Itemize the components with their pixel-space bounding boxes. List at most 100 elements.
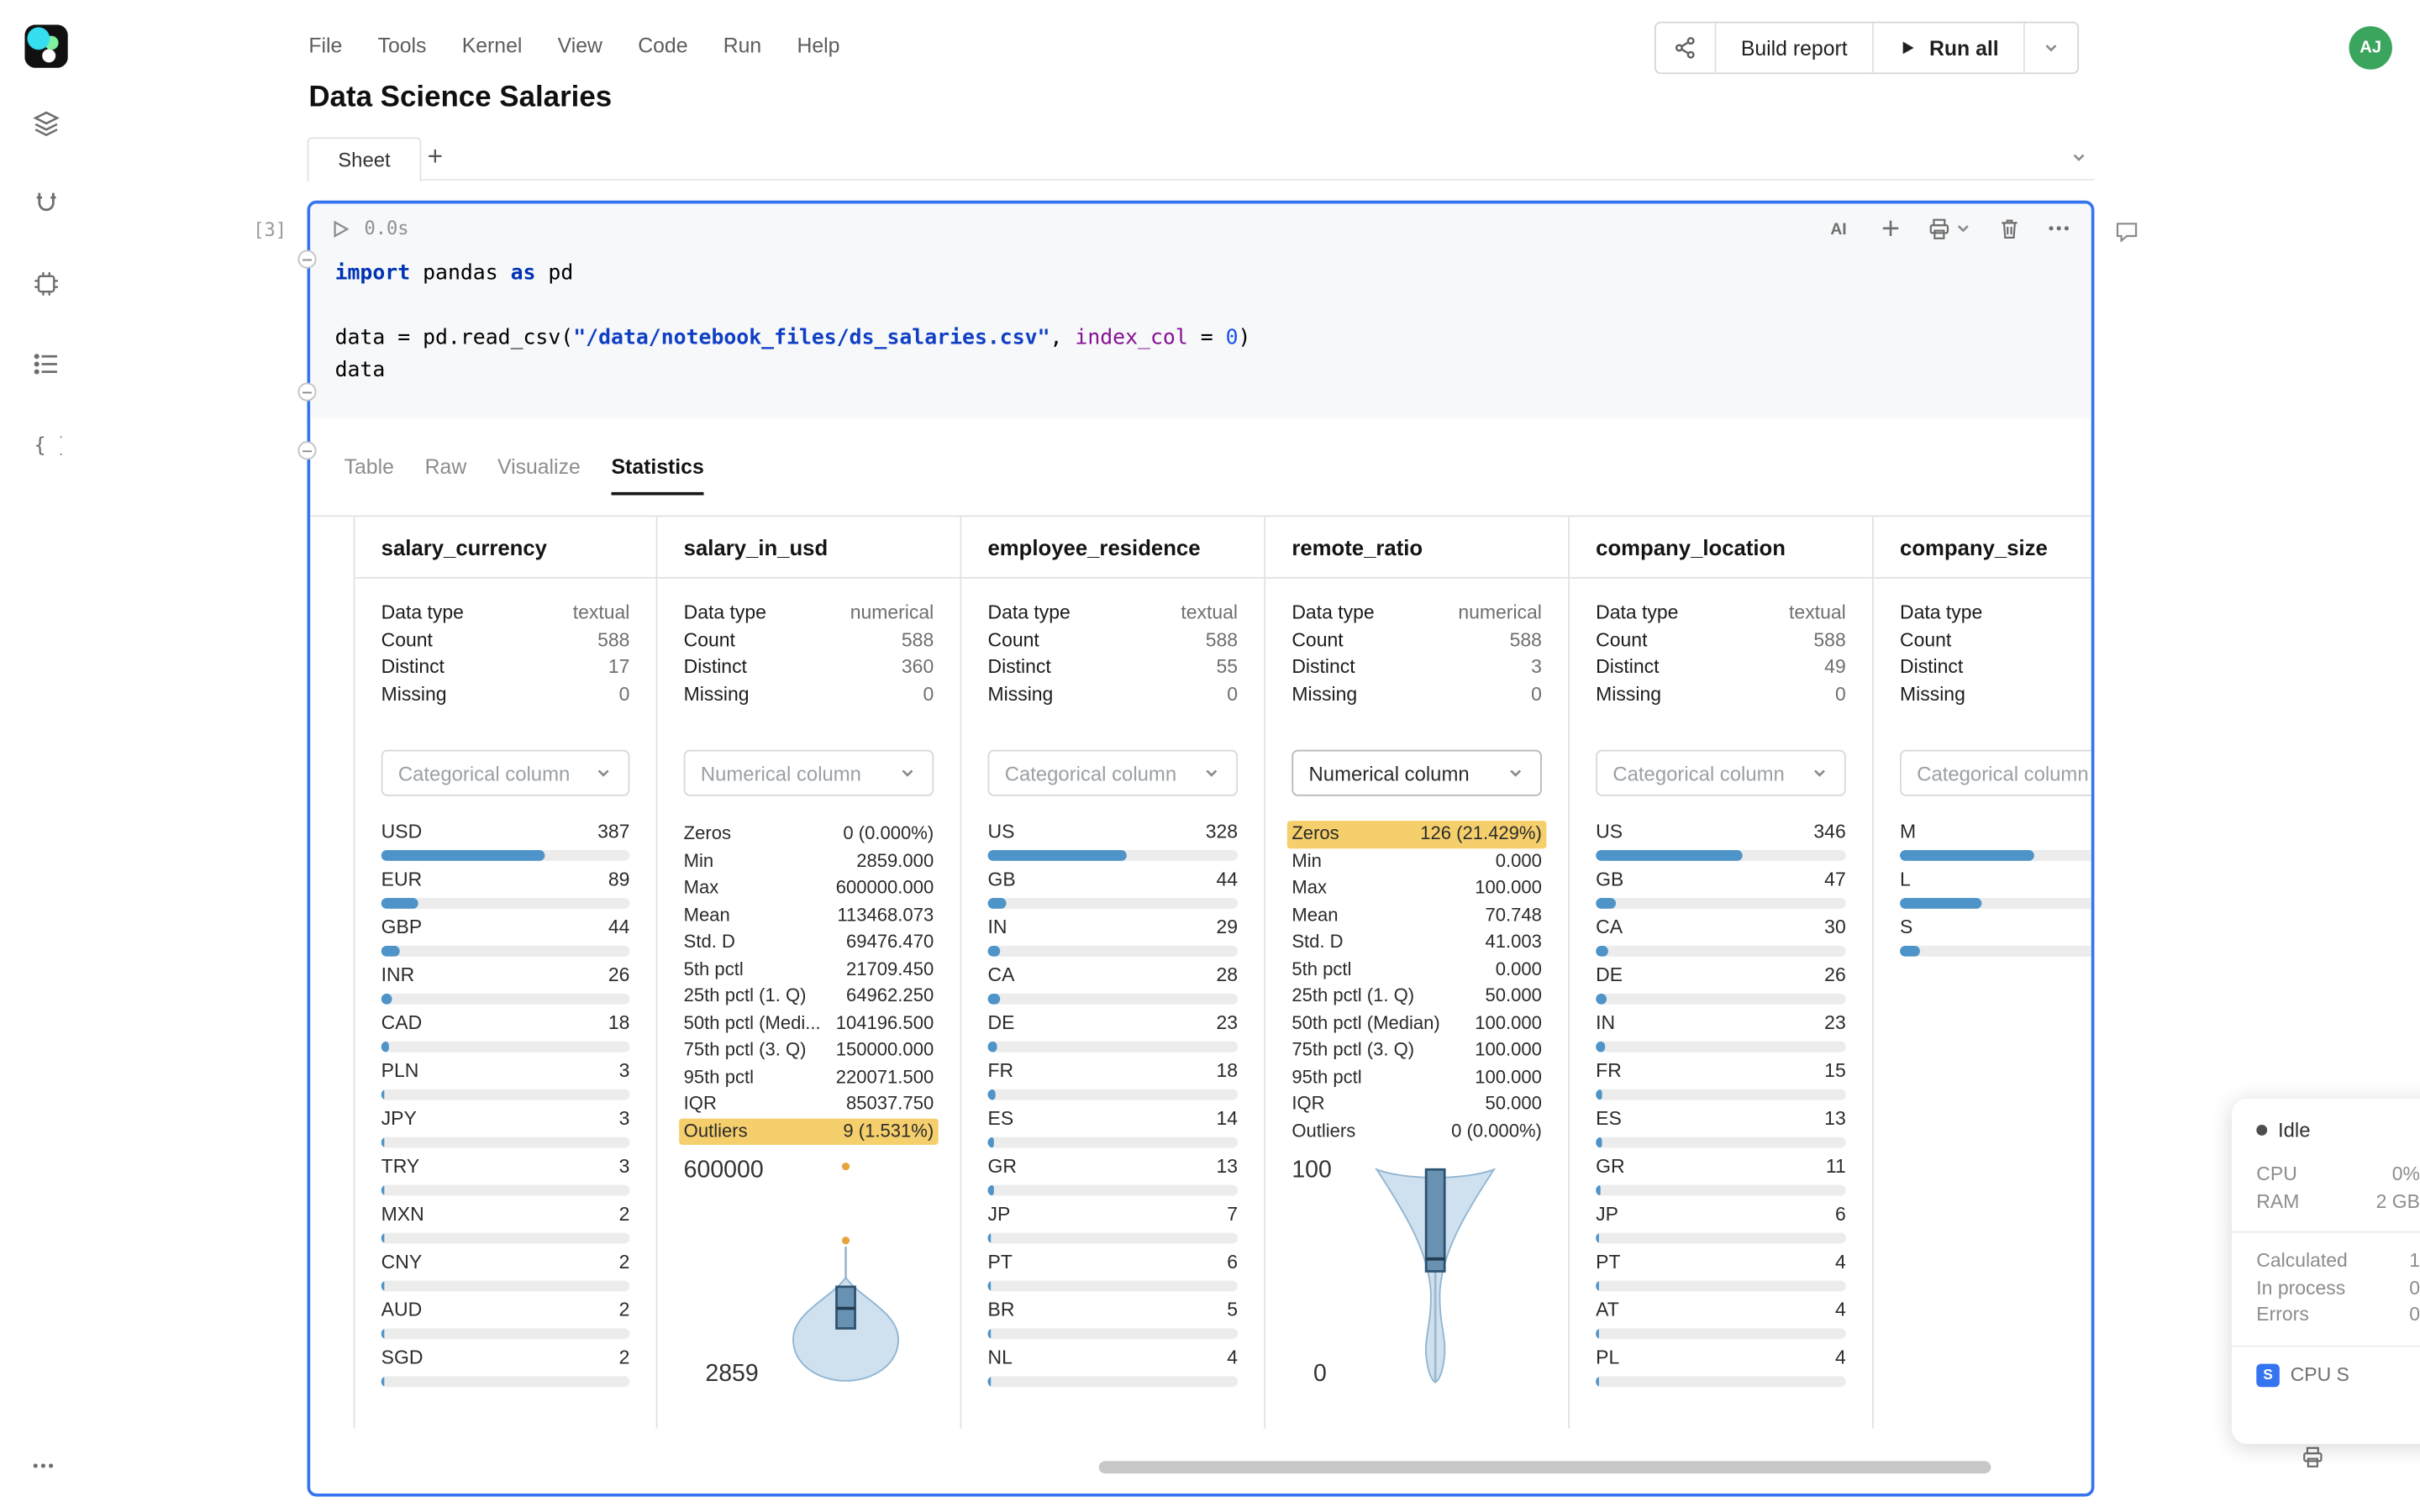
build-report-button[interactable]: Build report (1715, 24, 1872, 73)
stat-label: 95th pctl (1292, 1063, 1361, 1090)
meta-value: 588 (597, 627, 629, 654)
share-button[interactable] (1656, 24, 1715, 73)
bar-fill (988, 1376, 992, 1387)
category-line: PT6 (988, 1252, 1239, 1275)
run-cell-button[interactable] (330, 218, 350, 239)
machine-row[interactable]: S CPU S (2256, 1363, 2420, 1387)
layers-icon[interactable] (31, 108, 62, 139)
ai-button[interactable]: AI (1829, 216, 1854, 240)
stats-list: Zeros0 (0.000%)Min2859.000Max600000.000M… (684, 821, 934, 1145)
status-dot (2256, 1125, 2267, 1136)
menu-help[interactable]: Help (797, 34, 839, 57)
comment-icon[interactable] (2114, 219, 2139, 244)
distribution-chart: 1000 (1292, 1148, 1542, 1395)
braces-icon[interactable]: { } (31, 429, 62, 460)
category-count: 47 (1824, 869, 1846, 892)
more-button[interactable] (2047, 216, 2071, 240)
category-count: 44 (608, 916, 630, 940)
stat-value: 220071.500 (836, 1063, 934, 1090)
menu-view[interactable]: View (558, 34, 602, 57)
app-root: { } File Tools Kernel View Code Run Help Build… (0, 0, 2420, 1512)
meta-row: Distinct49 (1596, 654, 1846, 681)
output-tab-table[interactable]: Table (345, 455, 394, 496)
code-editor[interactable]: import pandas as pd data = pd.read_csv("… (310, 253, 2091, 418)
menu-run[interactable]: Run (723, 34, 761, 57)
datalore-logo[interactable] (24, 24, 67, 67)
column-type-select[interactable]: Categorical column (988, 750, 1239, 796)
column-type-select[interactable]: Numerical column (1292, 750, 1542, 796)
meta-row: Data typetextual (381, 600, 630, 627)
category-count: 14 (1217, 1108, 1239, 1131)
bar-track (988, 1233, 1239, 1244)
category-line: BR5 (988, 1299, 1239, 1323)
category-label: AT (1596, 1299, 1619, 1323)
add-sheet-button[interactable]: + (428, 142, 443, 173)
category-line: NL4 (988, 1347, 1239, 1370)
meta-row: Count588 (1292, 627, 1542, 654)
output-tab-visualize[interactable]: Visualize (497, 455, 581, 496)
menu-code[interactable]: Code (638, 34, 687, 57)
meta-row: Data type (1900, 600, 2091, 627)
menu-tools[interactable]: Tools (378, 34, 427, 57)
bar-track (1596, 1089, 1846, 1100)
more-icon (2047, 216, 2071, 240)
meta-value: numerical (1458, 600, 1542, 627)
tab-sheet[interactable]: Sheet (308, 137, 422, 181)
list-icon[interactable] (31, 349, 62, 380)
column-type-select[interactable]: Categorical column (1596, 750, 1846, 796)
meta-label: Missing (381, 681, 447, 708)
code-line: import pandas as pd (335, 258, 2067, 291)
bar-fill (1596, 994, 1607, 1005)
fold-handle-code[interactable] (297, 250, 316, 269)
category-count: 4 (1835, 1252, 1846, 1275)
stat-row: Mean113468.073 (684, 902, 934, 929)
meta-row: Missing0 (1596, 681, 1846, 708)
category-label: PLN (381, 1060, 419, 1084)
menu-file[interactable]: File (308, 34, 342, 57)
status-value: 0% (2392, 1162, 2420, 1189)
stat-label: 25th pctl (1. Q) (684, 983, 807, 1010)
fold-handle-section[interactable] (297, 441, 316, 459)
collapse-chevron-icon[interactable] (2070, 148, 2088, 166)
category-count: 29 (1217, 916, 1239, 940)
horizontal-scrollbar[interactable] (1099, 1461, 1991, 1473)
bar-track (381, 994, 630, 1005)
bar-track (381, 850, 630, 861)
category-row: GB47 (1596, 869, 1846, 909)
print-icon[interactable] (2302, 1446, 2325, 1469)
run-all-dropdown-button[interactable] (2023, 24, 2077, 73)
chevron-down-icon (1810, 764, 1828, 782)
bar-track (1596, 1185, 1846, 1196)
category-line: PT 4 (1596, 1252, 1846, 1275)
column-type-select[interactable]: Categorical column (1900, 750, 2091, 796)
bar-fill (1596, 1089, 1602, 1100)
output-tab-raw[interactable]: Raw (425, 455, 467, 496)
stat-label: Max (1292, 874, 1327, 901)
print-button[interactable] (1928, 217, 1972, 240)
category-label: GB (988, 869, 1016, 892)
add-button[interactable] (1880, 218, 1902, 239)
category-count: 13 (1824, 1108, 1846, 1131)
category-row: SGD2 (381, 1347, 630, 1387)
avatar[interactable]: AJ (2349, 26, 2392, 69)
magnet-icon[interactable] (31, 188, 62, 219)
column-type-select[interactable]: Numerical column (684, 750, 934, 796)
menu-kernel[interactable]: Kernel (462, 34, 523, 57)
category-row: PT6 (988, 1252, 1239, 1292)
meta-value: 588 (1206, 627, 1238, 654)
fold-handle-output[interactable] (297, 383, 316, 402)
bar-track (381, 946, 630, 957)
sidebar-more-icon[interactable] (31, 1453, 55, 1478)
chip-icon[interactable] (31, 269, 62, 300)
output-tabs: Table Raw Visualize Statistics (310, 418, 2091, 496)
status-label: Errors (2256, 1302, 2309, 1329)
delete-button[interactable] (1999, 217, 2021, 240)
bar-fill (1900, 850, 2035, 861)
column-type-select[interactable]: Categorical column (381, 750, 630, 796)
category-label: PT (1596, 1252, 1620, 1275)
bar-fill (988, 850, 1128, 861)
run-all-button[interactable]: Run all (1872, 24, 2023, 73)
category-count: 5 (1227, 1299, 1238, 1323)
output-tab-statistics[interactable]: Statistics (612, 455, 704, 496)
meta-row: Count588 (684, 627, 934, 654)
